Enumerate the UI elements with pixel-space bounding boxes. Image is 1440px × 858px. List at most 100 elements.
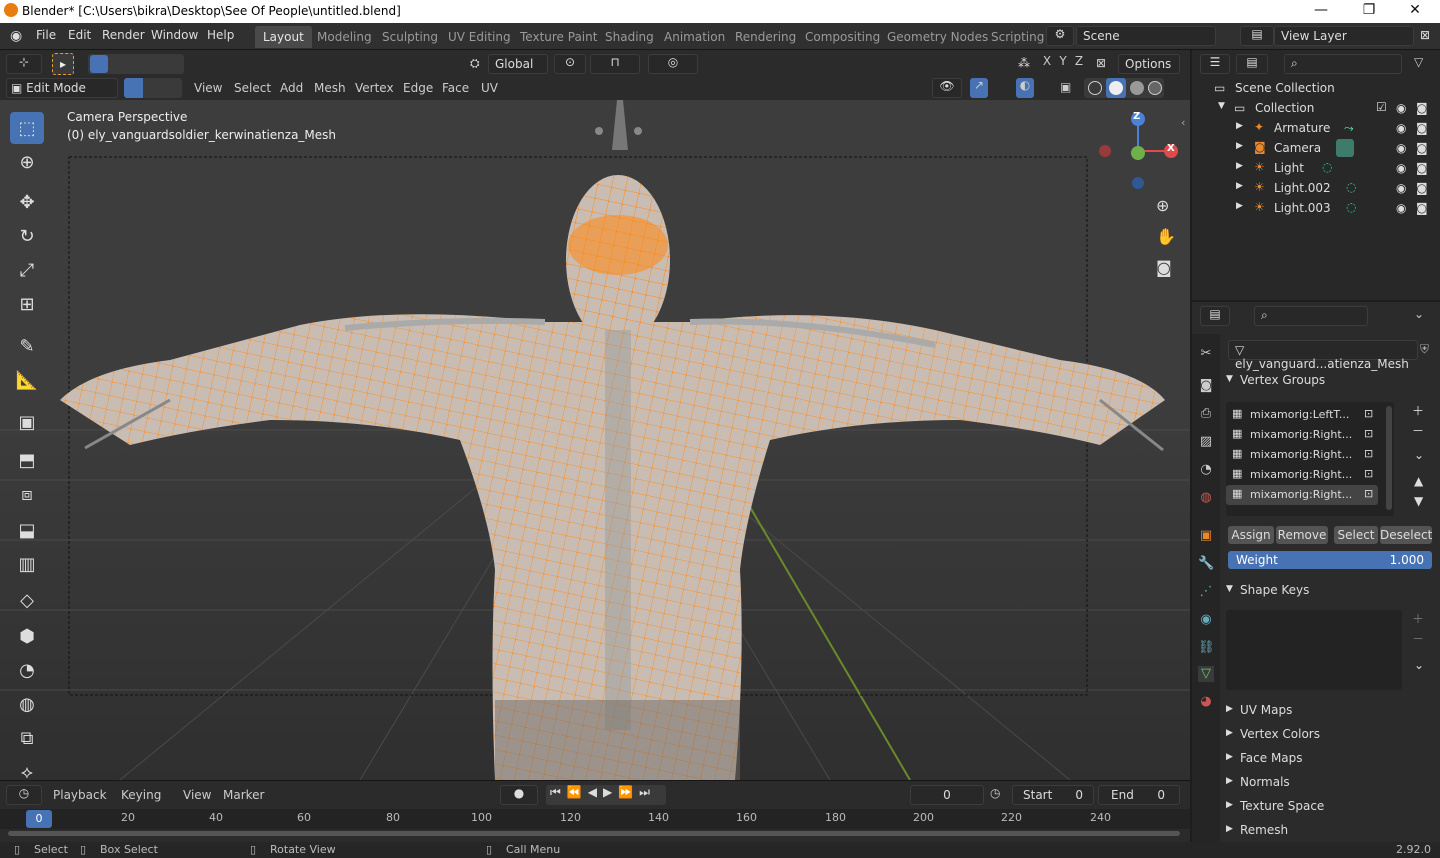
wireframe-shading-icon[interactable] xyxy=(1088,81,1102,95)
move-tool-icon[interactable]: ✥ xyxy=(10,186,44,218)
select-box-tool-icon[interactable]: ⬚ xyxy=(10,112,44,144)
tab-geometry-nodes[interactable]: Geometry Nodes xyxy=(879,26,996,48)
header-menu-uv[interactable]: UV xyxy=(481,81,498,95)
select-button[interactable]: Select xyxy=(1334,526,1378,544)
axis-z-toggle[interactable]: Z xyxy=(1072,54,1086,68)
lock-icon[interactable]: ⊡ xyxy=(1364,487,1373,500)
render-camera-icon[interactable]: ◙ xyxy=(1416,101,1428,115)
outliner-search-input[interactable]: ⌕ xyxy=(1284,54,1402,74)
expand-icon[interactable]: ▶ xyxy=(1226,728,1233,738)
timeline-menu-keying[interactable]: Keying xyxy=(121,788,161,802)
eye-icon[interactable]: ◉ xyxy=(1396,141,1406,155)
lock-icon[interactable]: ⊡ xyxy=(1364,467,1373,480)
outliner-item-armature[interactable]: ▶ ✦ Armature ⤳ ◉ ◙ xyxy=(1192,119,1440,139)
render-camera-icon[interactable]: ◙ xyxy=(1416,181,1428,195)
mirror-icon[interactable]: ⁂ xyxy=(1018,56,1030,70)
particles-tab-icon[interactable]: ⋰ xyxy=(1198,584,1214,600)
header-menu-face[interactable]: Face xyxy=(442,81,469,95)
vertex-group-specials-icon[interactable]: ⌄ xyxy=(1414,448,1424,462)
blender-menu-icon[interactable]: ◉ xyxy=(10,28,22,44)
timeline-menu-view[interactable]: View xyxy=(183,788,211,802)
expand-icon[interactable]: ▶ xyxy=(1236,141,1243,151)
header-menu-add[interactable]: Add xyxy=(280,81,303,95)
menu-render[interactable]: Render xyxy=(102,28,145,42)
vertex-group-scrollbar[interactable] xyxy=(1386,406,1392,510)
collapse-icon[interactable]: ▼ xyxy=(1226,374,1233,384)
close-button[interactable]: ✕ xyxy=(1400,2,1430,18)
vertex-group-item[interactable]: ▦ mixamorig:Right... ⊡ xyxy=(1226,425,1378,445)
outliner-item-light-002[interactable]: ▶ ☀ Light.002 ◌ ◉ ◙ xyxy=(1192,179,1440,199)
axis-x-toggle[interactable]: X xyxy=(1040,54,1054,68)
vertex-group-item[interactable]: ▦ mixamorig:Right... ⊡ xyxy=(1226,445,1378,465)
overlay-toggle-icon[interactable]: ◐ xyxy=(1016,78,1034,98)
timeline-menu-playback[interactable]: Playback xyxy=(53,788,107,802)
expand-icon[interactable]: ▶ xyxy=(1226,824,1233,834)
extrude-tool-icon[interactable]: ⬒ xyxy=(10,444,44,476)
preview-range-icon[interactable]: ◷ xyxy=(990,786,1000,800)
expand-icon[interactable]: ▶ xyxy=(1226,752,1233,762)
playback-controls[interactable]: ⏮⏪◀▶⏩⏭ xyxy=(546,785,666,805)
expand-icon[interactable]: ▶ xyxy=(1236,121,1243,131)
select-tool-icon[interactable]: ▸ xyxy=(52,53,74,75)
loop-cut-tool-icon[interactable]: ▥ xyxy=(10,548,44,580)
tool-tab-icon[interactable]: ✂ xyxy=(1198,346,1214,362)
outliner-item-light[interactable]: ▶ ☀ Light ◌ ◉ ◙ xyxy=(1192,159,1440,179)
outliner-editor-type-icon[interactable]: ☰ xyxy=(1200,54,1230,74)
remove-shape-key-icon[interactable]: － xyxy=(1412,630,1424,647)
timeline-menu-marker[interactable]: Marker xyxy=(223,788,264,802)
poly-build-tool-icon[interactable]: ⬢ xyxy=(10,620,44,652)
uv-maps-header[interactable]: ▶ UV Maps xyxy=(1220,700,1432,722)
end-frame-field[interactable]: End 0 xyxy=(1098,785,1180,805)
normals-header[interactable]: ▶ Normals xyxy=(1220,772,1432,794)
outliner-scene-collection[interactable]: ▭ Scene Collection xyxy=(1192,79,1440,99)
properties-search-input[interactable]: ⌕ xyxy=(1254,306,1368,326)
tab-layout[interactable]: Layout xyxy=(255,26,312,48)
outliner-collection[interactable]: ▼ ▭ Collection ☑ ◉ ◙ xyxy=(1192,99,1440,119)
deselect-button[interactable]: Deselect xyxy=(1380,526,1432,544)
outliner-item-light-003[interactable]: ▶ ☀ Light.003 ◌ ◉ ◙ xyxy=(1192,199,1440,219)
scene-selector[interactable]: Scene xyxy=(1076,26,1216,46)
mesh-data-tab-icon[interactable]: ▽ xyxy=(1198,666,1214,682)
xray-toggle-icon[interactable]: ▣ xyxy=(1060,80,1071,94)
axis-y-toggle[interactable]: Y xyxy=(1056,54,1070,68)
add-vertex-group-icon[interactable]: ＋ xyxy=(1412,402,1424,419)
remove-button[interactable]: Remove xyxy=(1276,526,1328,544)
expand-icon[interactable]: ▶ xyxy=(1226,776,1233,786)
properties-editor-type-icon[interactable]: ▤ xyxy=(1200,306,1230,326)
eye-icon[interactable]: ◉ xyxy=(1396,201,1406,215)
filter-icon[interactable]: ▽ xyxy=(1414,55,1423,69)
options-dropdown[interactable]: Options xyxy=(1118,54,1180,74)
material-tab-icon[interactable]: ◕ xyxy=(1198,694,1214,710)
remesh-header[interactable]: ▶ Remesh xyxy=(1220,820,1432,842)
fake-user-shield-icon[interactable]: ⛨ xyxy=(1420,342,1429,357)
output-tab-icon[interactable]: ⎙ xyxy=(1198,406,1214,422)
inset-tool-icon[interactable]: ⧈ xyxy=(10,478,44,510)
timeline-scrollbar[interactable] xyxy=(8,831,1180,836)
move-down-icon[interactable]: ▼ xyxy=(1414,494,1423,508)
minimize-button[interactable]: — xyxy=(1306,2,1336,18)
shading-mode-buttons[interactable] xyxy=(1084,78,1164,98)
eye-icon[interactable]: ◉ xyxy=(1396,101,1406,115)
outliner-item-camera[interactable]: ▶ ◙ Camera ◉ ◙ xyxy=(1192,139,1440,159)
maximize-button[interactable]: ❐ xyxy=(1354,2,1384,18)
transform-tool-icon[interactable]: ⊞ xyxy=(10,288,44,320)
tab-texture-paint[interactable]: Texture Paint xyxy=(512,26,605,48)
modifier-tab-icon[interactable]: 🔧 xyxy=(1198,556,1214,572)
world-tab-icon[interactable]: ◍ xyxy=(1198,490,1214,506)
3d-viewport[interactable]: Camera Perspective (0) ely_vanguardsoldi… xyxy=(0,100,1190,780)
header-menu-select[interactable]: Select xyxy=(234,81,271,95)
auto-keying-icon[interactable]: ● xyxy=(500,785,538,805)
knife-tool-icon[interactable]: ◇ xyxy=(10,584,44,616)
gizmo-toggle-icon[interactable]: ↗ xyxy=(970,78,988,98)
render-camera-icon[interactable]: ◙ xyxy=(1416,121,1428,135)
selection-mode-buttons[interactable] xyxy=(88,54,184,74)
scene-type-icon[interactable]: ⚙ xyxy=(1046,26,1074,46)
menu-file[interactable]: File xyxy=(36,28,56,42)
cursor-tool-icon[interactable]: ⊕ xyxy=(10,146,44,178)
texture-space-header[interactable]: ▶ Texture Space xyxy=(1220,796,1432,818)
lock-icon[interactable]: ⊡ xyxy=(1364,427,1373,440)
tab-compositing[interactable]: Compositing xyxy=(797,26,888,48)
tab-modeling[interactable]: Modeling xyxy=(309,26,380,48)
playhead[interactable]: 0 xyxy=(26,810,52,828)
shape-keys-header[interactable]: ▼ Shape Keys xyxy=(1220,580,1432,602)
